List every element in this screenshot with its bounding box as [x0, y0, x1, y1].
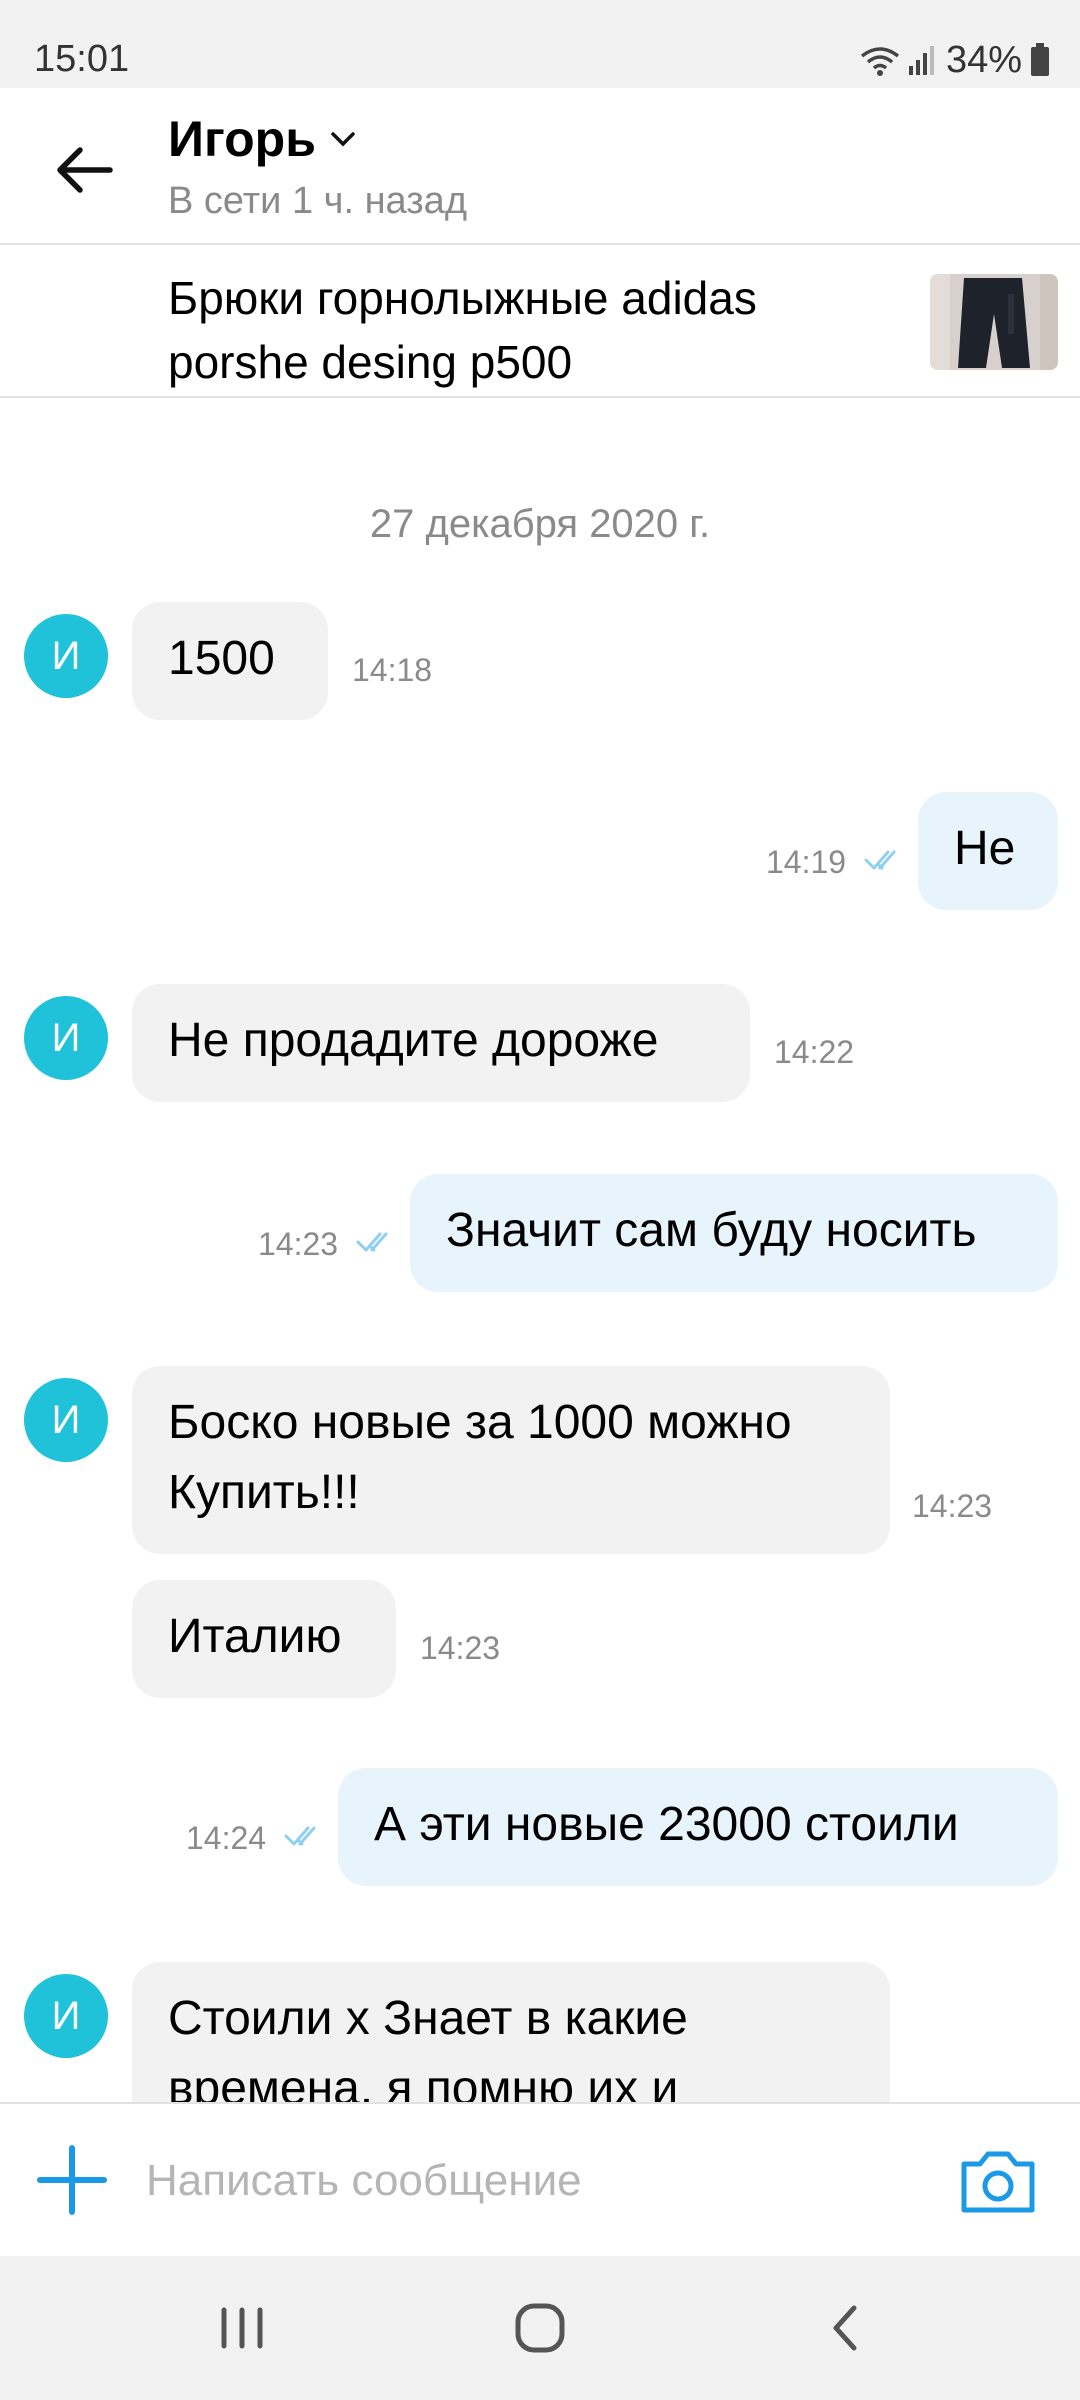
date-separator: 27 декабря 2020 г.	[369, 502, 711, 546]
listing-thumbnail-image	[930, 274, 1058, 370]
listing-title: Брюки горнолыжные adidas porshe desing p…	[168, 272, 757, 388]
status-time: 15:01	[34, 38, 130, 80]
contact-name-dropdown[interactable]: Игорь	[168, 110, 358, 168]
incoming-message[interactable]: Стоили х Знает в какие времена, я помню …	[132, 1962, 890, 2102]
incoming-message[interactable]: Не продадите дороже	[132, 984, 750, 1102]
message-composer	[0, 2102, 1080, 2256]
plus-icon[interactable]	[34, 2142, 110, 2218]
message-time: 14:22	[774, 1034, 855, 1070]
avatar-letter: И	[51, 1015, 81, 1060]
recent-apps-icon[interactable]	[210, 2296, 274, 2360]
listing-bar[interactable]: Брюки горнолыжные adidas porshe desing p…	[0, 246, 1080, 396]
avatar-letter: И	[51, 1397, 81, 1442]
read-check-icon	[284, 1826, 316, 1846]
chat-header: Игорь В сети 1 ч. назад	[0, 88, 1080, 244]
incoming-message[interactable]: Боско новые за 1000 можно Купить!!!	[132, 1366, 890, 1554]
avatar[interactable]: И	[24, 996, 108, 1080]
divider	[0, 243, 1080, 245]
message-time: 14:23	[258, 1226, 339, 1262]
camera-icon[interactable]	[958, 2146, 1038, 2216]
system-nav-bar	[0, 2256, 1080, 2400]
message-time: 14:24	[186, 1820, 267, 1856]
status-bar: 15:01 34%	[0, 0, 1080, 88]
battery-percent: 34%	[945, 38, 1022, 81]
presence-status: В сети 1 ч. назад	[168, 180, 467, 222]
avatar[interactable]: И	[24, 1378, 108, 1462]
message-time: 14:23	[912, 1488, 993, 1524]
read-check-icon	[864, 850, 896, 870]
avatar-letter: И	[51, 633, 81, 678]
message-text: А эти новые 23000 стоили	[374, 1798, 959, 1851]
incoming-message[interactable]: 1500	[132, 602, 328, 720]
outgoing-message[interactable]: Не	[918, 792, 1058, 910]
message-text: 1500	[168, 632, 275, 685]
avatar-letter: И	[51, 1993, 81, 2038]
battery-icon	[1031, 43, 1049, 76]
outgoing-message[interactable]: А эти новые 23000 стоили	[338, 1768, 1058, 1886]
nav-back-icon[interactable]	[814, 2296, 878, 2360]
outgoing-message[interactable]: Значит сам буду носить	[410, 1174, 1058, 1292]
message-time: 14:23	[420, 1630, 501, 1666]
message-time: 14:19	[766, 844, 847, 880]
back-arrow-icon[interactable]	[48, 134, 120, 206]
message-input[interactable]	[144, 2140, 908, 2222]
message-text: Значит сам буду носить	[446, 1204, 977, 1257]
message-text: Стоили х Знает в какие времена, я помню …	[168, 1992, 688, 2102]
contact-name: Игорь	[168, 111, 316, 167]
signal-icon	[908, 46, 934, 75]
message-text: Не продадите дороже	[168, 1014, 659, 1067]
message-list[interactable]: 27 декабря 2020 г. И 1500 14:18 14:19 Не…	[0, 398, 1080, 2102]
chevron-down-icon	[331, 132, 355, 147]
message-text: Италию	[168, 1610, 342, 1663]
message-text: Боско новые за 1000 можно Купить!!!	[168, 1396, 792, 1519]
incoming-message[interactable]: Италию	[132, 1580, 396, 1698]
avatar[interactable]: И	[24, 614, 108, 698]
message-time: 14:18	[352, 652, 433, 688]
listing-thumbnail[interactable]	[930, 274, 1058, 370]
home-icon[interactable]	[508, 2296, 572, 2360]
wifi-icon	[860, 47, 900, 76]
avatar[interactable]: И	[24, 1974, 108, 2058]
message-text: Не	[954, 822, 1016, 875]
status-icons: 34%	[860, 38, 1050, 82]
read-check-icon	[356, 1232, 388, 1252]
